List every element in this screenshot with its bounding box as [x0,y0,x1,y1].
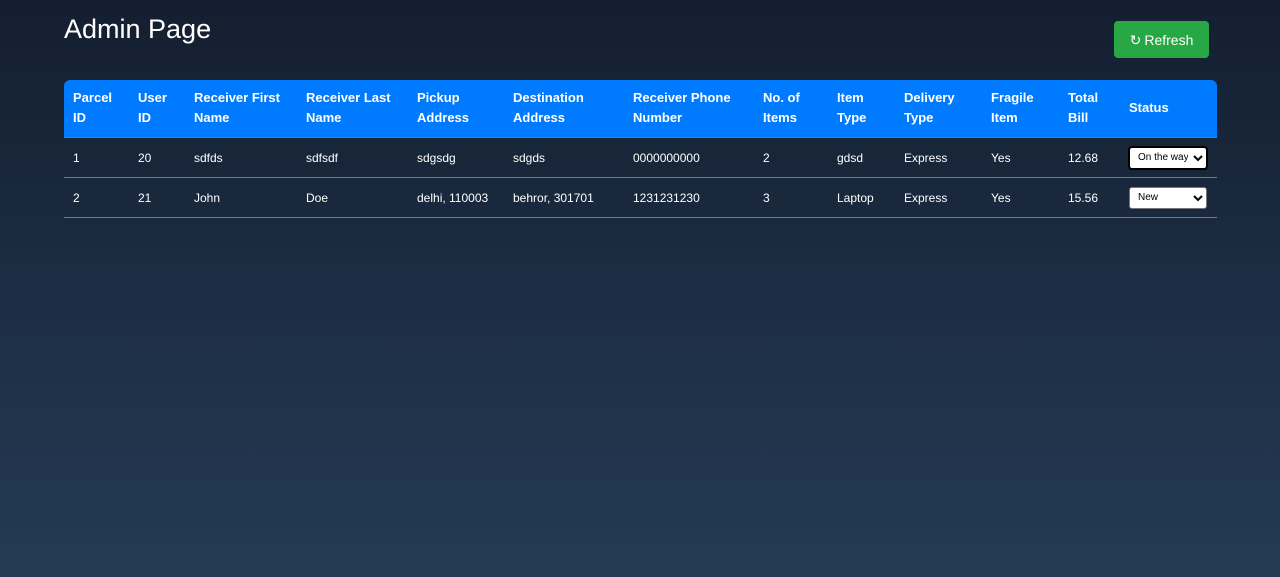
column-header-fragile-item: Fragile Item [982,80,1059,138]
cell-no-of-items: 3 [754,177,828,218]
cell-user-id: 21 [129,177,185,218]
refresh-icon: ↻ [1129,31,1142,48]
cell-delivery-type: Express [895,177,982,218]
cell-receiver-phone: 1231231230 [624,177,754,218]
cell-receiver-first-name: sdfds [185,137,297,178]
cell-status: New [1120,177,1217,218]
column-header-receiver-phone-number: Receiver Phone Number [624,80,754,138]
column-header-item-type: Item Type [828,80,895,138]
cell-no-of-items: 2 [754,137,828,178]
column-header-status: Status [1120,80,1217,138]
column-header-destination-address: Destination Address [504,80,624,138]
column-header-user-id: User ID [129,80,185,138]
status-select[interactable]: New [1129,186,1207,209]
column-header-total-bill: Total Bill [1059,80,1120,138]
table-row: 1 20 sdfds sdfsdf sdgsdg sdgds 000000000… [64,137,1217,178]
column-header-receiver-last-name: Receiver Last Name [297,80,408,138]
column-header-receiver-first-name: Receiver First Name [185,80,297,138]
cell-destination-address: behror, 301701 [504,177,624,218]
cell-item-type: gdsd [828,137,895,178]
cell-user-id: 20 [129,137,185,178]
cell-receiver-first-name: John [185,177,297,218]
cell-fragile-item: Yes [982,137,1059,178]
cell-parcel-id: 1 [64,137,129,178]
table-body: 1 20 sdfds sdfsdf sdgsdg sdgds 000000000… [64,137,1217,218]
column-header-pickup-address: Pickup Address [408,80,504,138]
cell-pickup-address: sdgsdg [408,137,504,178]
table-header: Parcel ID User ID Receiver First Name Re… [64,80,1217,138]
table-row: 2 21 John Doe delhi, 110003 behror, 3017… [64,177,1217,218]
cell-receiver-last-name: sdfsdf [297,137,408,178]
cell-total-bill: 12.68 [1059,137,1120,178]
cell-status: On the way [1120,137,1217,178]
refresh-button[interactable]: ↻ Refresh [1114,21,1209,58]
cell-receiver-phone: 0000000000 [624,137,754,178]
cell-destination-address: sdgds [504,137,624,178]
column-header-parcel-id: Parcel ID [64,80,129,138]
cell-delivery-type: Express [895,137,982,178]
cell-receiver-last-name: Doe [297,177,408,218]
cell-fragile-item: Yes [982,177,1059,218]
cell-parcel-id: 2 [64,177,129,218]
cell-item-type: Laptop [828,177,895,218]
header-row: Parcel ID User ID Receiver First Name Re… [64,80,1217,138]
column-header-no-of-items: No. of Items [754,80,828,138]
page-title: Admin Page [64,14,212,44]
status-select[interactable]: On the way [1128,145,1208,170]
parcels-table: Parcel ID User ID Receiver First Name Re… [64,80,1217,218]
cell-total-bill: 15.56 [1059,177,1120,218]
parcels-table-container: Parcel ID User ID Receiver First Name Re… [64,80,1217,218]
refresh-label: Refresh [1144,31,1194,48]
column-header-delivery-type: Delivery Type [895,80,982,138]
cell-pickup-address: delhi, 110003 [408,177,504,218]
